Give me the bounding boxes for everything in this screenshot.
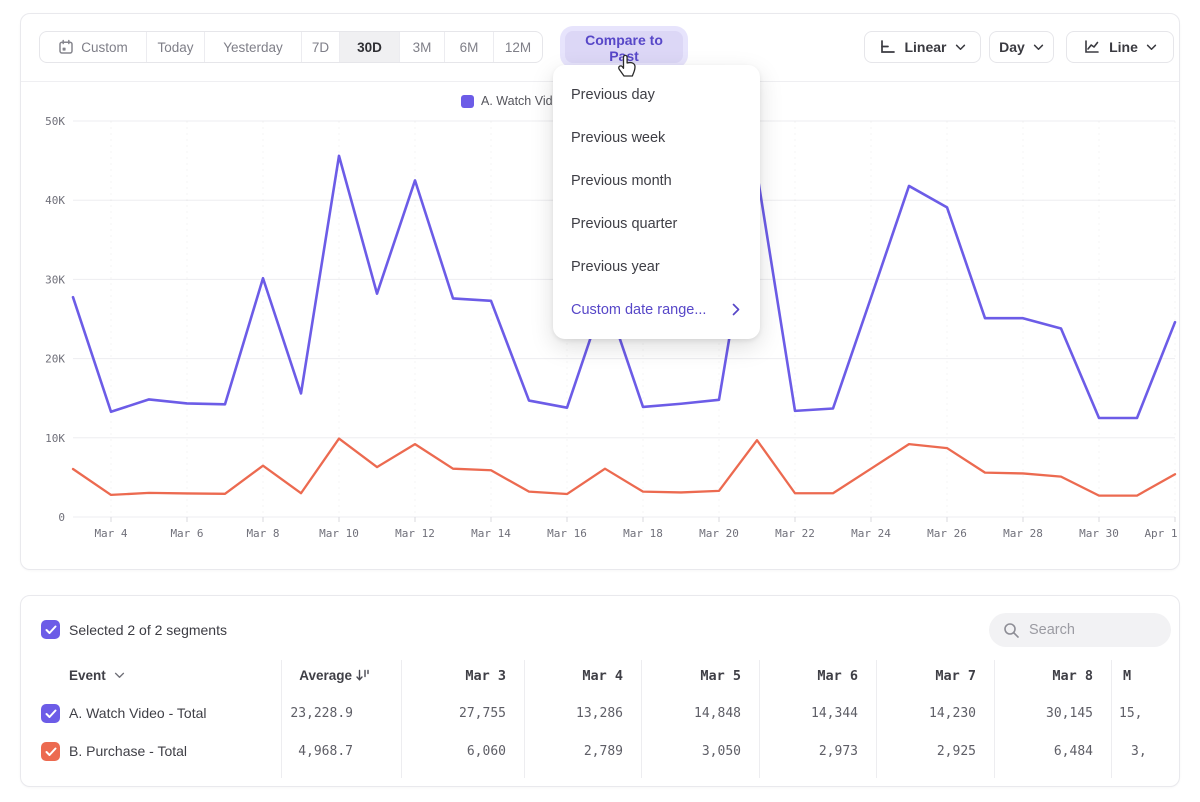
x-axis-label: Mar 6 xyxy=(170,527,203,540)
x-axis-label: Mar 4 xyxy=(94,527,127,540)
y-axis-label: 50K xyxy=(45,115,65,128)
table-cell-value: 14,230 xyxy=(929,706,976,721)
column-divider xyxy=(401,660,402,778)
date-column-header[interactable]: Mar 4 xyxy=(582,668,623,684)
segment-checkbox-b[interactable] xyxy=(41,742,60,761)
check-icon xyxy=(45,625,57,635)
x-axis-label: Mar 30 xyxy=(1079,527,1119,540)
menu-item-previous-day[interactable]: Previous day xyxy=(553,74,760,117)
menu-item-custom-date-range[interactable]: Custom date range... xyxy=(553,289,760,332)
menu-item-previous-month[interactable]: Previous month xyxy=(553,160,760,203)
chevron-down-icon xyxy=(114,672,125,679)
table-cell-value: 6,484 xyxy=(1054,744,1093,759)
sort-descending-icon xyxy=(356,669,369,682)
column-divider xyxy=(876,660,877,778)
segment-checkbox-a[interactable] xyxy=(41,704,60,723)
column-divider xyxy=(641,660,642,778)
x-axis-label: Mar 18 xyxy=(623,527,663,540)
x-axis-label: Mar 14 xyxy=(471,527,511,540)
compare-to-past-dropdown: Previous dayPrevious weekPrevious monthP… xyxy=(553,65,760,339)
table-cell-value: 2,973 xyxy=(819,744,858,759)
x-axis-label: Mar 28 xyxy=(1003,527,1043,540)
menu-item-previous-week[interactable]: Previous week xyxy=(553,117,760,160)
x-axis-label: Mar 10 xyxy=(319,527,359,540)
series-b-line xyxy=(73,439,1175,496)
table-cell-value: 2,925 xyxy=(937,744,976,759)
average-value: 4,968.7 xyxy=(298,744,353,759)
menu-item-previous-quarter[interactable]: Previous quarter xyxy=(553,203,760,246)
column-divider xyxy=(759,660,760,778)
column-divider xyxy=(994,660,995,778)
event-column-header[interactable]: Event xyxy=(69,668,125,683)
table-cell-value: 3,050 xyxy=(702,744,741,759)
table-cell-value: 27,755 xyxy=(459,706,506,721)
chevron-right-icon xyxy=(732,303,740,316)
y-axis-label: 10K xyxy=(45,432,65,445)
segments-panel: Selected 2 of 2 segments Search Event Av… xyxy=(20,595,1180,787)
select-all-checkbox[interactable] xyxy=(41,620,60,639)
average-value: 23,228.9 xyxy=(290,706,353,721)
date-column-header[interactable]: Mar 6 xyxy=(817,668,858,684)
y-axis-label: 40K xyxy=(45,194,65,207)
x-axis-label: Mar 22 xyxy=(775,527,815,540)
check-icon xyxy=(45,709,57,719)
table-cell-value: 30,145 xyxy=(1046,706,1093,721)
segment-row-label: A. Watch Video - Total xyxy=(69,705,206,721)
y-axis-label: 30K xyxy=(45,273,65,286)
column-divider xyxy=(1111,660,1112,778)
column-divider xyxy=(281,660,282,778)
search-input[interactable]: Search xyxy=(989,613,1171,647)
x-axis-label: Mar 26 xyxy=(927,527,967,540)
table-cell-value: 6,060 xyxy=(467,744,506,759)
check-icon xyxy=(45,747,57,757)
average-column-header[interactable]: Average xyxy=(299,668,369,683)
x-axis-label: Mar 16 xyxy=(547,527,587,540)
table-cell-value: 13,286 xyxy=(576,706,623,721)
x-axis-label: Apr 1 xyxy=(1144,527,1177,540)
date-column-header[interactable]: Mar 8 xyxy=(1052,668,1093,684)
clipped-date-column-header: M xyxy=(1123,668,1131,684)
clipped-table-cell-value: 3, xyxy=(1131,744,1147,759)
table-cell-value: 14,344 xyxy=(811,706,858,721)
date-column-header[interactable]: Mar 3 xyxy=(465,668,506,684)
selected-segments-label: Selected 2 of 2 segments xyxy=(69,622,227,638)
table-cell-value: 2,789 xyxy=(584,744,623,759)
date-column-header[interactable]: Mar 5 xyxy=(700,668,741,684)
menu-item-previous-year[interactable]: Previous year xyxy=(553,246,760,289)
search-icon xyxy=(1003,622,1020,639)
x-axis-label: Mar 8 xyxy=(246,527,279,540)
table-cell-value: 14,848 xyxy=(694,706,741,721)
date-column-header[interactable]: Mar 7 xyxy=(935,668,976,684)
search-placeholder: Search xyxy=(1029,622,1075,638)
x-axis-label: Mar 12 xyxy=(395,527,435,540)
y-axis-label: 0 xyxy=(58,511,65,524)
x-axis-label: Mar 24 xyxy=(851,527,891,540)
clipped-table-cell-value: 15, xyxy=(1119,706,1142,721)
x-axis-label: Mar 20 xyxy=(699,527,739,540)
segment-row-label: B. Purchase - Total xyxy=(69,743,187,759)
column-divider xyxy=(524,660,525,778)
y-axis-label: 20K xyxy=(45,353,65,366)
